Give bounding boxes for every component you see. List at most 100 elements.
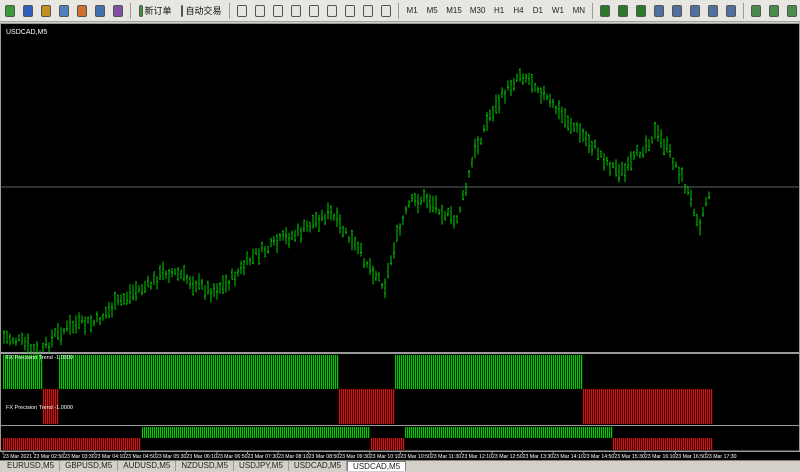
trend-up-bar [177,355,179,389]
trend-up-bar [597,427,599,438]
trend-up-bar [227,355,229,389]
new-order-button[interactable]: 新订单 [135,2,176,20]
timeframe-h4-button[interactable]: H4 [510,2,527,20]
trend-up-bar [200,427,202,438]
tester-button[interactable] [110,2,126,20]
periods-icon [768,4,779,17]
timeframe-m5-button[interactable]: M5 [423,2,441,20]
cursor-button[interactable] [234,2,250,20]
profiles-button[interactable] [20,2,36,20]
tab-gbpusd-m5[interactable]: GBPUSD,M5 [60,461,119,471]
trend-up-bar [505,427,507,438]
tab-nzdusd-m5[interactable]: NZDUSD,M5 [176,461,235,471]
trendline-button[interactable] [306,2,322,20]
trend-down-bar [29,438,31,450]
auto-trading-button[interactable]: 自动交易 [178,2,226,20]
trend-up-bar [327,355,329,389]
trend-up-bar [93,355,95,389]
tab-eurusd-m5[interactable]: EURUSD,M5 [2,461,61,471]
trend-down-bar [681,438,683,450]
chart-canvas[interactable]: 23 Mar 2021 23 Mar 02:50 23 Mar 03:30 23 Ma… [0,23,800,460]
candles-button[interactable] [615,2,631,20]
trend-down-bar [61,438,63,450]
timeframe-m1-button[interactable]: M1 [403,2,421,20]
zoom-in-button[interactable] [651,2,667,20]
chart-shift-button[interactable] [723,2,739,20]
trend-up-bar [429,355,431,389]
zoom-out-button[interactable] [669,2,685,20]
tab-usdjpy-m5[interactable]: USDJPY,M5 [234,461,289,471]
data-window-button[interactable] [56,2,72,20]
trend-down-bar [675,389,677,424]
crosshair-button[interactable] [252,2,268,20]
trend-up-bar [487,427,489,438]
trend-up-bar [163,355,165,389]
horizontal-line-button[interactable] [288,2,304,20]
trend-up-bar [364,427,366,438]
timeframe-w1-button[interactable]: W1 [549,2,568,20]
trend-up-bar [172,427,174,438]
market-watch-button[interactable] [38,2,54,20]
bar-chart-button[interactable] [597,2,613,20]
trend-down-bar [3,438,5,450]
trend-down-bar [33,438,35,450]
trend-up-bar [216,427,218,438]
line-chart-button[interactable] [633,2,649,20]
vertical-line-button[interactable] [270,2,286,20]
templates-button[interactable] [784,2,800,20]
trend-up-bar [160,427,162,438]
timeframe-mn-button[interactable]: MN [569,2,588,20]
indicators-button[interactable] [748,2,764,20]
new-chart-button[interactable] [2,2,18,20]
navigator-button[interactable] [74,2,90,20]
trend-down-bar [705,389,707,424]
autoscroll-button[interactable] [705,2,721,20]
text-button[interactable] [360,2,376,20]
trend-up-bar [196,427,198,438]
trend-down-bar [703,389,705,424]
trend-up-bar [228,427,230,438]
trend-up-bar [407,427,409,438]
trend-up-bar [161,355,163,389]
tester-icon [113,4,123,17]
timeframe-d1-button[interactable]: D1 [529,2,546,20]
trend-down-bar [629,389,631,424]
trend-up-bar [587,427,589,438]
trend-up-bar [275,355,277,389]
trend-down-bar [695,438,697,450]
trend-down-bar [105,438,107,450]
channel-button[interactable] [324,2,340,20]
trend-up-bar [261,355,263,389]
trend-up-bar [105,355,107,389]
tab-usdcad-m5[interactable]: USDCAD,M5 [347,461,407,471]
trend-up-bar [551,355,553,389]
trend-up-bar [241,355,243,389]
trend-down-bar [651,389,653,424]
trend-down-bar [81,438,83,450]
periods-button[interactable] [766,2,782,20]
trend-down-bar [657,389,659,424]
fibonacci-button[interactable] [342,2,358,20]
timeframe-label: W1 [551,6,564,15]
trend-down-bar [23,438,25,450]
arrow-button[interactable] [378,2,394,20]
tile-button[interactable] [687,2,703,20]
timeframe-m15-button[interactable]: M15 [443,2,465,20]
timeframe-h1-button[interactable]: H1 [490,2,507,20]
trend-up-bar [429,427,431,438]
tab-usdcad-m5[interactable]: USDCAD,M5 [288,461,348,471]
trend-up-bar [149,355,151,389]
trend-up-bar [551,427,553,438]
indicator-1-label: FX Precision Trend -1.0000 [6,355,73,361]
trend-up-bar [421,355,423,389]
trend-down-bar [43,438,45,450]
tab-audusd-m5[interactable]: AUDUSD,M5 [118,461,177,471]
chart-window[interactable]: 23 Mar 2021 23 Mar 02:50 23 Mar 03:30 23 Ma… [0,23,800,460]
terminal-button[interactable] [92,2,108,20]
trend-up-bar [303,355,305,389]
trend-down-bar [97,438,99,450]
trend-down-bar [693,389,695,424]
trend-up-bar [521,355,523,389]
trend-down-bar [615,438,617,450]
timeframe-m30-button[interactable]: M30 [467,2,489,20]
